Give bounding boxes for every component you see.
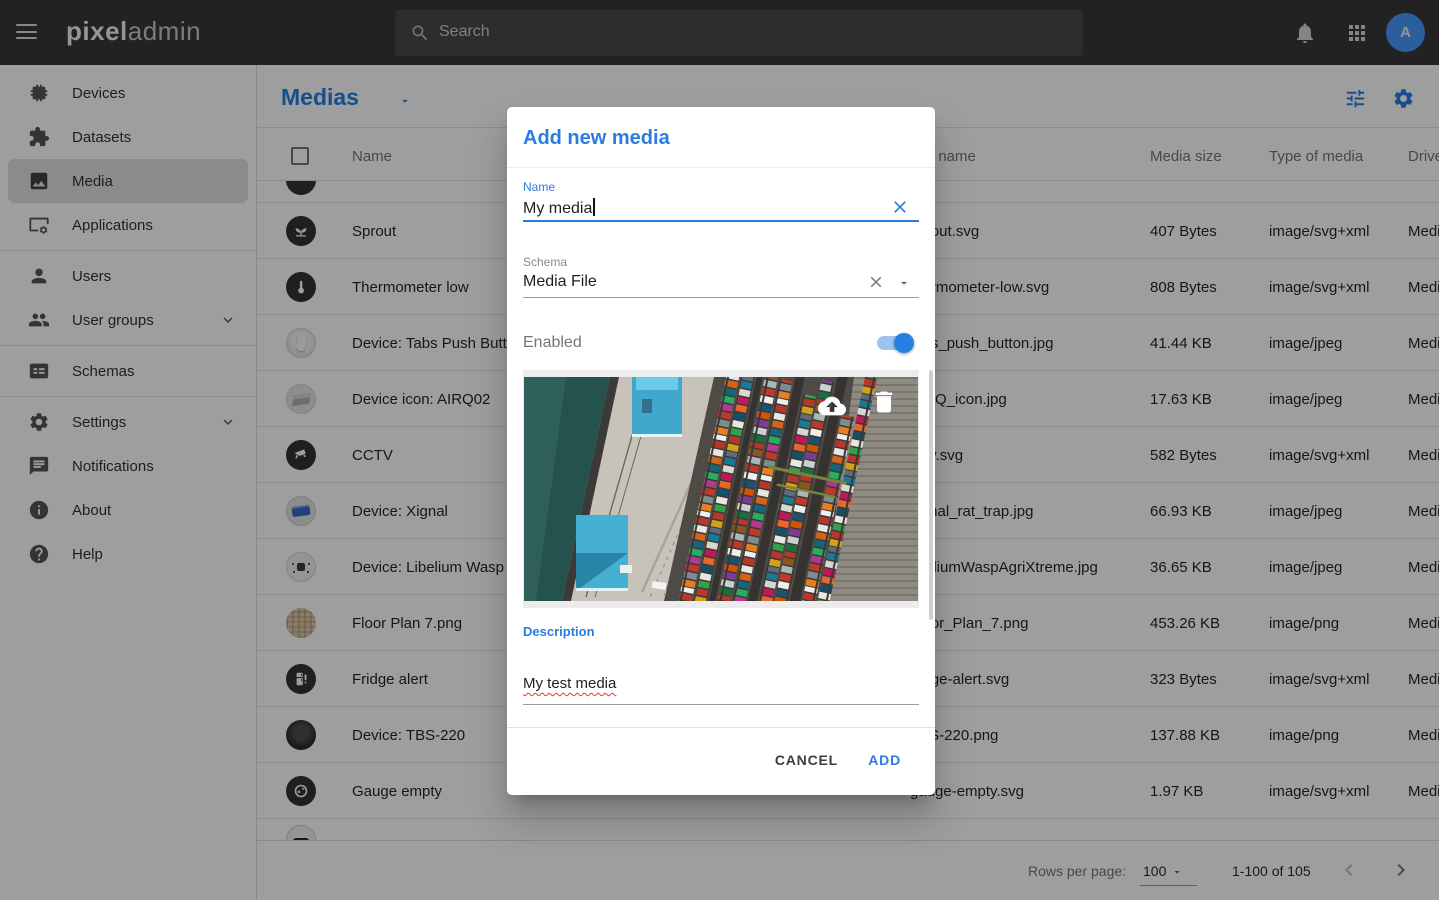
name-field-underline xyxy=(523,220,919,222)
enabled-label: Enabled xyxy=(523,334,582,352)
schema-field-label: Schema xyxy=(523,255,567,269)
cancel-button[interactable]: CANCEL xyxy=(775,752,838,768)
clear-name-icon[interactable] xyxy=(890,197,910,217)
schema-field-underline xyxy=(523,297,919,298)
media-preview xyxy=(523,370,919,608)
container-yard-photo xyxy=(524,377,918,601)
description-underline xyxy=(523,704,919,705)
name-input[interactable]: My media xyxy=(523,198,595,218)
toggle-knob xyxy=(894,333,914,353)
clear-schema-icon[interactable] xyxy=(867,273,885,291)
schema-dropdown-caret-icon[interactable] xyxy=(897,276,911,290)
name-field-label: Name xyxy=(523,180,555,194)
add-media-dialog: Add new media Name My media Schema Media… xyxy=(507,107,935,795)
app-root: pixeladmin Search A Devices Datasets Med… xyxy=(0,0,1439,900)
add-button[interactable]: ADD xyxy=(868,752,901,768)
dialog-scrollbar[interactable] xyxy=(929,370,933,620)
text-cursor xyxy=(593,198,595,216)
schema-select[interactable]: Media File xyxy=(523,273,597,291)
dialog-title: Add new media xyxy=(523,127,670,150)
enabled-toggle[interactable] xyxy=(877,336,911,350)
description-input[interactable]: My test media xyxy=(523,675,616,692)
dialog-footer-divider xyxy=(507,727,935,728)
trash-icon[interactable] xyxy=(870,388,898,416)
dialog-header-divider xyxy=(507,167,935,168)
cloud-upload-icon[interactable] xyxy=(818,392,846,420)
description-label: Description xyxy=(523,624,595,639)
